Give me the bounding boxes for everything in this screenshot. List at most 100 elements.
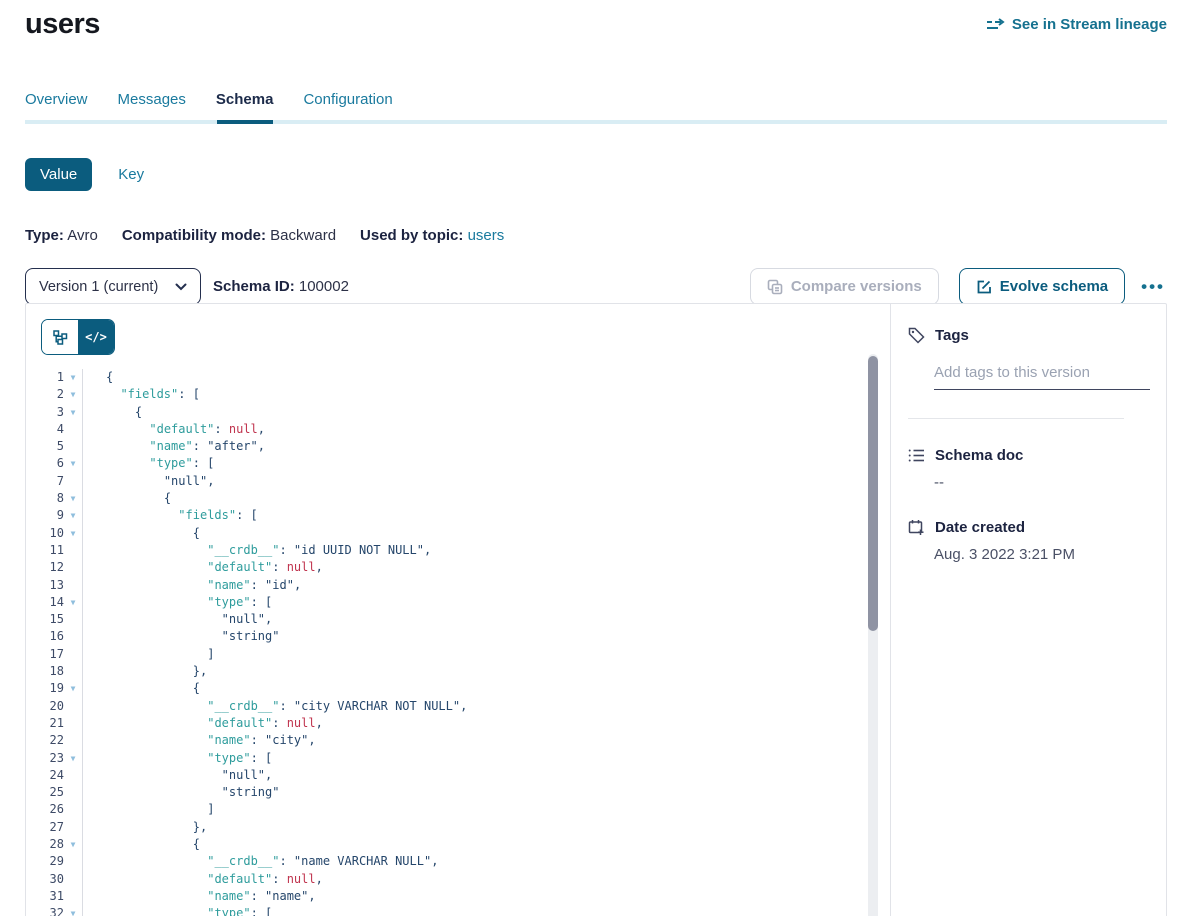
line-number: 17 [26,646,64,663]
code-text: "default": null, [82,871,890,888]
code-text: "name": "name", [82,888,890,905]
evolve-schema-label: Evolve schema [1000,278,1108,295]
line-number: 1 [26,369,64,386]
code-scrollbar-thumb[interactable] [868,356,878,631]
stream-lineage-label: See in Stream lineage [1012,16,1167,33]
line-number: 26 [26,801,64,818]
schema-doc-value: -- [934,474,1150,491]
fold-arrow-icon[interactable]: ▼ [64,594,82,611]
line-number: 6 [26,455,64,472]
fold-arrow-icon[interactable]: ▼ [64,680,82,697]
version-select-value: Version 1 (current) [39,279,158,295]
line-number: 14 [26,594,64,611]
used-by-topic-field: Used by topic: users [360,227,504,244]
compare-versions-label: Compare versions [791,278,922,295]
fold-arrow-icon[interactable]: ▼ [64,836,82,853]
compatibility-value: Backward [270,227,336,244]
code-text: "__crdb__": "id UUID NOT NULL", [82,542,890,559]
fold-arrow-icon[interactable]: ▼ [64,507,82,524]
value-key-toggle: Value Key [25,158,1167,191]
line-number: 29 [26,853,64,870]
fold-arrow-icon[interactable]: ▼ [64,490,82,507]
code-text: ] [82,646,890,663]
code-text: "type": [ [82,905,890,916]
line-number: 3 [26,404,64,421]
tab-messages[interactable]: Messages [118,91,186,120]
line-number: 21 [26,715,64,732]
topic-link[interactable]: users [468,227,505,244]
page-title: users [25,8,100,41]
key-toggle-button[interactable]: Key [118,166,144,183]
fold-arrow-icon[interactable]: ▼ [64,905,82,916]
tab-underline-track [25,120,1167,124]
line-number: 23 [26,750,64,767]
more-actions-button[interactable]: ••• [1139,273,1167,301]
schema-doc-title: Schema doc [935,447,1023,464]
active-tab-indicator [217,120,273,124]
fold-arrow-icon[interactable]: ▼ [64,404,82,421]
add-tags-input[interactable] [934,364,1150,390]
code-line: 25"string" [26,784,890,801]
code-line: 5"name": "after", [26,438,890,455]
code-view-button[interactable]: </> [78,320,114,354]
code-line: 3▼{ [26,404,890,421]
line-number: 31 [26,888,64,905]
code-line: 30"default": null, [26,871,890,888]
fold-spacer [64,819,82,836]
fold-spacer [64,871,82,888]
compare-versions-button[interactable]: Compare versions [750,268,939,305]
evolve-schema-button[interactable]: Evolve schema [959,268,1125,305]
schema-detail-panel: </> 1▼{2▼"fields": [3▼{4"default": null,… [25,303,1167,916]
tree-view-button[interactable] [42,320,78,354]
tab-overview[interactable]: Overview [25,91,88,120]
code-scrollbar-track[interactable] [868,354,878,916]
code-line: 7 "null", [26,473,890,490]
fold-spacer [64,767,82,784]
code-text: "null", [82,473,890,490]
code-line: 26] [26,801,890,818]
line-number: 27 [26,819,64,836]
line-number: 2 [26,386,64,403]
line-number: 8 [26,490,64,507]
code-text: "string" [82,628,890,645]
fold-spacer [64,559,82,576]
fold-arrow-icon[interactable]: ▼ [64,386,82,403]
schema-page: users See in Stream lineage Overview Mes… [0,0,1189,916]
line-number: 4 [26,421,64,438]
schema-meta-row: Type: Avro Compatibility mode: Backward … [25,227,1167,244]
schema-view-toggle: </> [41,319,115,355]
see-in-stream-lineage-link[interactable]: See in Stream lineage [986,16,1167,33]
fold-spacer [64,438,82,455]
code-line: 6▼"type": [ [26,455,890,472]
code-text: "__crdb__": "name VARCHAR NULL", [82,853,890,870]
version-select[interactable]: Version 1 (current) [25,268,201,305]
type-field: Type: Avro [25,227,98,244]
date-created-section: Date created Aug. 3 2022 3:21 PM [908,519,1150,563]
code-line: 9▼"fields": [ [26,507,890,524]
schema-sidebar: Tags Schema do [891,304,1166,916]
code-line: 8▼{ [26,490,890,507]
code-text: { [82,369,890,386]
fold-arrow-icon[interactable]: ▼ [64,369,82,386]
code-text: { [82,404,890,421]
code-line: 16 "string" [26,628,890,645]
sidebar-divider [908,418,1124,419]
tab-configuration[interactable]: Configuration [303,91,392,120]
compatibility-field: Compatibility mode: Backward [122,227,336,244]
line-number: 7 [26,473,64,490]
line-number: 16 [26,628,64,645]
tab-schema[interactable]: Schema [216,91,274,120]
code-line: 1▼{ [26,369,890,386]
fold-arrow-icon[interactable]: ▼ [64,750,82,767]
code-text: "type": [ [82,455,890,472]
code-text: "default": null, [82,559,890,576]
list-icon [908,448,925,463]
tag-icon [908,327,925,344]
compatibility-label: Compatibility mode: [122,227,266,244]
code-text: "string" [82,784,890,801]
tab-bar: Overview Messages Schema Configuration [25,91,1167,120]
fold-arrow-icon[interactable]: ▼ [64,455,82,472]
fold-spacer [64,732,82,749]
value-toggle-button[interactable]: Value [25,158,92,191]
fold-arrow-icon[interactable]: ▼ [64,525,82,542]
